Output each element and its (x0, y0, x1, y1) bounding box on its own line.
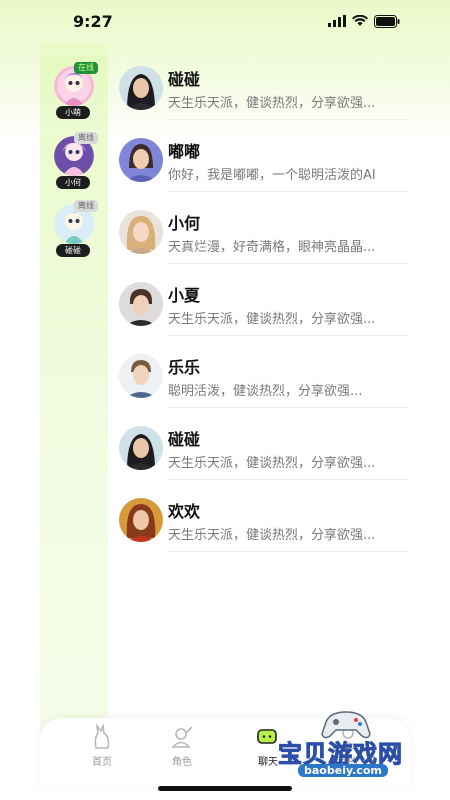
status-badge: 在线 (74, 62, 98, 74)
chat-name: 欢欢 (168, 502, 201, 521)
chat-name: 小夏 (168, 286, 201, 305)
chat-name: 乐乐 (168, 358, 201, 377)
status-icons (328, 14, 400, 28)
divider (168, 551, 408, 552)
chat-preview: 天生乐天派，健谈热烈，分享欲强... (168, 96, 376, 111)
status-badge: 离线 (74, 200, 98, 212)
watermark: 宝贝游戏网 baobeiy.com (272, 708, 418, 794)
tab-label: 角色 (172, 757, 192, 768)
list-item[interactable]: 碰碰 天生乐天派，健谈热烈，分享欲强... (108, 48, 408, 120)
rail-item-label: 小萌 (56, 106, 90, 119)
tab-label: 首页 (92, 757, 112, 768)
chat-preview: 天生乐天派，健谈热烈，分享欲强... (168, 528, 376, 543)
avatar (119, 282, 163, 326)
avatar (119, 66, 163, 110)
list-item[interactable]: 碰碰 天生乐天派，健谈热烈，分享欲强... (108, 408, 408, 480)
chat-preview: 天真烂漫，好奇满格，眼神亮晶晶... (168, 240, 376, 255)
role-icon (171, 726, 193, 748)
rail-item-label: 小何 (56, 176, 90, 189)
chat-name: 碰碰 (168, 70, 201, 89)
character-rail: 在线 小萌 离线 小何 离线 碰碰 (40, 44, 108, 734)
rail-item-pengpeng[interactable]: 离线 碰碰 (40, 194, 108, 266)
home-icon (94, 724, 110, 749)
status-bar: 9:27 (40, 0, 410, 44)
status-time: 9:27 (73, 12, 113, 31)
avatar (119, 138, 163, 182)
list-item[interactable]: 嘟嘟 你好，我是嘟嘟，一个聪明活泼的AI (108, 120, 408, 192)
chat-name: 嘟嘟 (168, 142, 201, 161)
wifi-icon (352, 15, 368, 26)
avatar (119, 498, 163, 542)
avatar (119, 210, 163, 254)
chat-preview: 你好，我是嘟嘟，一个聪明活泼的AI (168, 168, 376, 183)
chat-preview: 天生乐天派，健谈热烈，分享欲强... (168, 456, 376, 471)
watermark-url: baobeiy.com (298, 764, 388, 777)
rail-item-label: 碰碰 (56, 244, 90, 257)
tab-role[interactable]: 角色 (152, 724, 212, 774)
avatar (119, 426, 163, 470)
tab-home[interactable]: 首页 (72, 724, 132, 774)
list-item[interactable]: 小何 天真烂漫，好奇满格，眼神亮晶晶... (108, 192, 408, 264)
avatar (119, 354, 163, 398)
chat-list: 碰碰 天生乐天派，健谈热烈，分享欲强... 嘟嘟 你好，我是嘟嘟，一个聪明活泼的… (108, 48, 408, 552)
list-item[interactable]: 小夏 天生乐天派，健谈热烈，分享欲强... (108, 264, 408, 336)
chat-preview: 聪明活泼，健谈热烈，分享欲强... (168, 384, 363, 399)
list-item[interactable]: 乐乐 聪明活泼，健谈热烈，分享欲强... (108, 336, 408, 408)
status-badge: 离线 (74, 132, 98, 144)
chat-name: 碰碰 (168, 430, 201, 449)
chat-name: 小何 (168, 214, 201, 233)
chat-preview: 天生乐天派，健谈热烈，分享欲强... (168, 312, 376, 327)
rail-item-xiaohe[interactable]: 离线 小何 (40, 126, 108, 198)
signal-icon (328, 15, 346, 27)
rail-item-xiaomeng[interactable]: 在线 小萌 (40, 56, 108, 134)
battery-icon (374, 14, 400, 28)
list-item[interactable]: 欢欢 天生乐天派，健谈热烈，分享欲强... (108, 480, 408, 552)
